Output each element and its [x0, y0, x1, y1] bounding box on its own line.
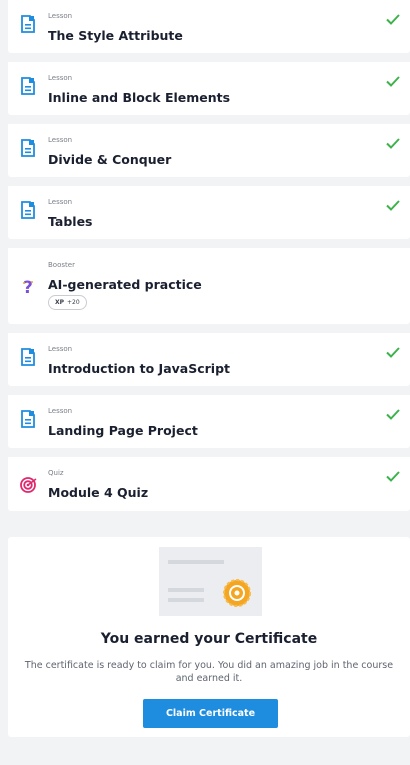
lesson-icon	[20, 77, 36, 100]
list-item[interactable]: Lesson Inline and Block Elements	[8, 62, 410, 115]
item-title: Landing Page Project	[48, 423, 198, 438]
xp-value: +20	[67, 299, 80, 306]
question-mark-icon: ?	[22, 278, 34, 303]
certificate-card: You earned your Certificate The certific…	[8, 537, 410, 737]
list-item[interactable]: ? Booster AI-generated practice XP +20	[8, 248, 410, 324]
item-type-label: Lesson	[48, 136, 73, 144]
lesson-icon	[20, 15, 36, 38]
item-type-label: Booster	[48, 261, 75, 269]
lesson-icon	[20, 348, 36, 371]
list-item[interactable]: Lesson Tables	[8, 186, 410, 239]
xp-badge: XP +20	[48, 295, 87, 310]
item-type-label: Lesson	[48, 12, 73, 20]
checkmark-icon	[386, 74, 400, 92]
item-type-label: Lesson	[48, 198, 73, 206]
item-type-label: Lesson	[48, 345, 73, 353]
item-title: Tables	[48, 214, 93, 229]
checkmark-icon	[386, 198, 400, 216]
checkmark-icon	[386, 345, 400, 363]
checkmark-icon	[386, 12, 400, 30]
checkmark-icon	[386, 469, 400, 487]
list-item[interactable]: Lesson Landing Page Project	[8, 395, 410, 448]
item-title: Inline and Block Elements	[48, 90, 231, 105]
certificate-illustration-icon	[159, 547, 262, 621]
list-item[interactable]: Lesson Introduction to JavaScript	[8, 333, 410, 386]
item-title: AI-generated practice	[48, 277, 202, 292]
list-item[interactable]: Quiz Module 4 Quiz	[8, 457, 410, 511]
checkmark-icon	[386, 136, 400, 154]
claim-certificate-button[interactable]: Claim Certificate	[143, 699, 278, 728]
item-title: Module 4 Quiz	[48, 485, 149, 500]
certificate-title: You earned your Certificate	[100, 631, 318, 647]
checkmark-icon	[386, 407, 400, 425]
lesson-icon	[20, 201, 36, 224]
list-item[interactable]: Lesson Divide & Conquer	[8, 124, 410, 177]
svg-text:?: ?	[23, 278, 33, 298]
item-title: Introduction to JavaScript	[48, 361, 231, 376]
item-title: The Style Attribute	[48, 28, 183, 43]
item-title: Divide & Conquer	[48, 152, 172, 167]
item-type-label: Lesson	[48, 74, 73, 82]
xp-label: XP	[55, 299, 65, 306]
lesson-icon	[20, 139, 36, 162]
item-type-label: Quiz	[48, 469, 64, 477]
certificate-description: The certificate is ready to claim for yo…	[24, 660, 394, 684]
item-type-label: Lesson	[48, 407, 73, 415]
list-item[interactable]: Lesson The Style Attribute	[8, 0, 410, 53]
lesson-icon	[20, 410, 36, 433]
target-icon	[19, 476, 37, 499]
